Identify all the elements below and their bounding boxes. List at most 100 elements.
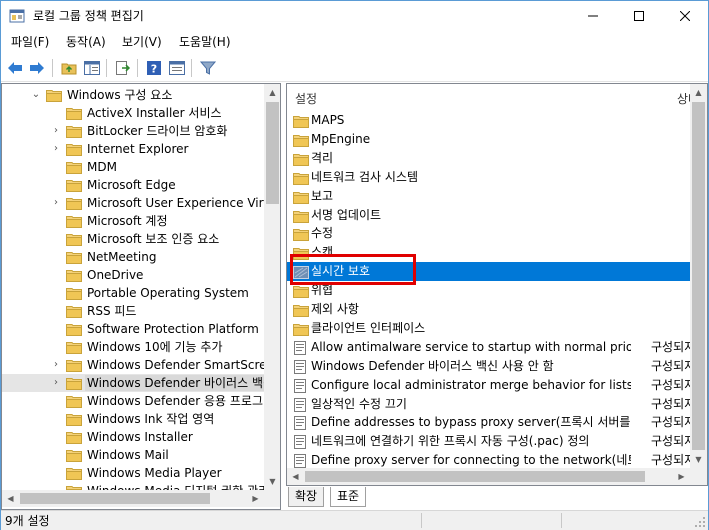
list-folder-item[interactable]: 제외 사항: [287, 300, 690, 319]
status-text: 9개 설정: [5, 514, 50, 528]
scroll-thumb[interactable]: [692, 102, 705, 450]
tree-item[interactable]: Windows 10에 기능 추가: [2, 338, 264, 356]
back-button[interactable]: [5, 58, 25, 78]
list-setting-item[interactable]: Allow antimalware service to startup wit…: [287, 338, 690, 357]
list-item-name: 스캔: [311, 245, 334, 260]
scroll-thumb[interactable]: [266, 102, 279, 204]
list-folder-item[interactable]: 클라이언트 인터페이스: [287, 319, 690, 338]
tree-item[interactable]: Software Protection Platform: [2, 320, 264, 338]
menu-action[interactable]: 동작(A): [66, 34, 106, 50]
scroll-thumb[interactable]: [20, 493, 210, 504]
list-item-name: Allow antimalware service to startup wit…: [311, 339, 631, 354]
export-list-button[interactable]: [113, 58, 133, 78]
forward-button[interactable]: [27, 58, 47, 78]
details-pane[interactable]: 설정 상태 MAPS MpEngine 격리 네트워크 검사 시스템 보고 서명 업데이트…: [286, 83, 708, 486]
chevron-right-icon[interactable]: ›: [50, 125, 62, 137]
tab-standard[interactable]: 표준: [330, 487, 367, 507]
tree-item[interactable]: Windows Defender 응용 프로그램: [2, 392, 264, 410]
list-folder-item[interactable]: 보고: [287, 187, 690, 206]
chevron-right-icon[interactable]: ›: [50, 359, 62, 371]
menu-view[interactable]: 보기(V): [122, 34, 162, 50]
scroll-right-icon[interactable]: ▶: [247, 490, 264, 507]
tree-item-label: Software Protection Platform: [87, 322, 259, 336]
tree-item-label: BitLocker 드라이브 암호화: [87, 124, 228, 138]
folder-icon: [66, 304, 82, 318]
list-folder-item[interactable]: MAPS: [287, 111, 690, 130]
chevron-right-icon[interactable]: ›: [50, 143, 62, 155]
tree-item[interactable]: Windows Media Player: [2, 464, 264, 482]
properties-button[interactable]: [167, 58, 187, 78]
tree-item[interactable]: Microsoft 계정: [2, 212, 264, 230]
tree-item-label: Windows Defender 응용 프로그램: [87, 394, 264, 408]
list-folder-item[interactable]: 실시간 보호: [287, 262, 690, 282]
scroll-down-icon[interactable]: ▼: [690, 451, 707, 468]
folder-icon: [66, 214, 82, 228]
scroll-up-icon[interactable]: ▲: [264, 84, 280, 101]
list-setting-item[interactable]: Configure local administrator merge beha…: [287, 376, 690, 395]
list-folder-item[interactable]: 격리: [287, 149, 690, 168]
show-hide-tree-button[interactable]: [82, 58, 102, 78]
help-button[interactable]: ?: [144, 58, 164, 78]
maximize-button[interactable]: [616, 1, 662, 31]
filter-button[interactable]: [198, 58, 218, 78]
tree-item[interactable]: Microsoft Edge: [2, 176, 264, 194]
tree-item[interactable]: Windows Mail: [2, 446, 264, 464]
tree-item[interactable]: Windows Installer: [2, 428, 264, 446]
chevron-right-icon[interactable]: ›: [50, 377, 62, 389]
list-folder-item[interactable]: MpEngine: [287, 130, 690, 149]
menu-file[interactable]: 파일(F): [11, 34, 49, 50]
tree-item[interactable]: ActiveX Installer 서비스: [2, 104, 264, 122]
list-horizontal-scrollbar[interactable]: ◀ ▶: [287, 468, 690, 485]
tree-item[interactable]: ⌄ Windows 구성 요소: [2, 86, 264, 104]
tree-item[interactable]: Microsoft 보조 인증 요소: [2, 230, 264, 248]
tree-item[interactable]: Windows Ink 작업 영역: [2, 410, 264, 428]
tree-item-label: Microsoft User Experience Virtual: [87, 196, 264, 210]
tree-item[interactable]: MDM: [2, 158, 264, 176]
scroll-thumb[interactable]: [305, 471, 645, 482]
tree-item[interactable]: › Internet Explorer: [2, 140, 264, 158]
scroll-left-icon[interactable]: ◀: [287, 468, 304, 485]
tree-vertical-scrollbar[interactable]: ▲ ▼: [264, 84, 280, 490]
list-folder-item[interactable]: 네트워크 검사 시스템: [287, 168, 690, 187]
chevron-right-icon[interactable]: ›: [50, 197, 62, 209]
list-setting-item[interactable]: Define addresses to bypass proxy server(…: [287, 413, 690, 432]
close-button[interactable]: [662, 1, 708, 31]
tree-item-label: Windows Installer: [87, 430, 193, 444]
column-header-setting[interactable]: 설정: [295, 90, 317, 107]
tree-pane[interactable]: ⌄ Windows 구성 요소 ActiveX Installer 서비스 › BitL…: [1, 83, 281, 510]
tree-item[interactable]: Windows Media 디지털 권한 관리: [2, 482, 264, 490]
tree-item[interactable]: RSS 피드: [2, 302, 264, 320]
list-setting-item[interactable]: Windows Defender 바이러스 백신 사용 안 함 구성되지: [287, 357, 690, 376]
list-item-name: Define proxy server for connecting to th…: [311, 453, 631, 468]
tree-item-label: NetMeeting: [87, 250, 157, 264]
chevron-right-icon: [50, 161, 62, 173]
list-setting-item[interactable]: 일상적인 수정 끄기 구성되지: [287, 395, 690, 414]
minimize-button[interactable]: [570, 1, 616, 31]
list-folder-item[interactable]: 서명 업데이트: [287, 206, 690, 225]
list-setting-item[interactable]: 네트워크에 연결하기 위한 프록시 자동 구성(.pac) 정의 구성되지: [287, 432, 690, 451]
tab-extended[interactable]: 확장: [288, 487, 325, 507]
tree-horizontal-scrollbar[interactable]: ◀ ▶: [2, 490, 264, 507]
scroll-up-icon[interactable]: ▲: [690, 84, 707, 101]
scroll-down-icon[interactable]: ▼: [264, 473, 280, 490]
chevron-down-icon[interactable]: ⌄: [30, 89, 42, 101]
list-folder-item[interactable]: 위협: [287, 281, 690, 300]
tree-item[interactable]: › BitLocker 드라이브 암호화: [2, 122, 264, 140]
up-folder-button[interactable]: [59, 58, 79, 78]
tree-item[interactable]: NetMeeting: [2, 248, 264, 266]
scroll-left-icon[interactable]: ◀: [2, 490, 19, 507]
resize-grip-icon[interactable]: [694, 516, 706, 528]
tree-item-label: OneDrive: [87, 268, 144, 282]
tree-item[interactable]: Portable Operating System: [2, 284, 264, 302]
list-folder-item[interactable]: 스캔: [287, 243, 690, 262]
tree-item[interactable]: OneDrive: [2, 266, 264, 284]
tree-item[interactable]: › Microsoft User Experience Virtual: [2, 194, 264, 212]
tree-item[interactable]: › Windows Defender SmartScreen: [2, 356, 264, 374]
list-item-name: 격리: [311, 150, 334, 165]
scroll-right-icon[interactable]: ▶: [673, 468, 690, 485]
list-vertical-scrollbar[interactable]: ▲ ▼: [690, 84, 707, 468]
menu-help[interactable]: 도움말(H): [179, 34, 231, 50]
back-icon: [8, 62, 22, 74]
tree-item[interactable]: › Windows Defender 바이러스 백신: [2, 374, 264, 392]
list-folder-item[interactable]: 수정: [287, 224, 690, 243]
